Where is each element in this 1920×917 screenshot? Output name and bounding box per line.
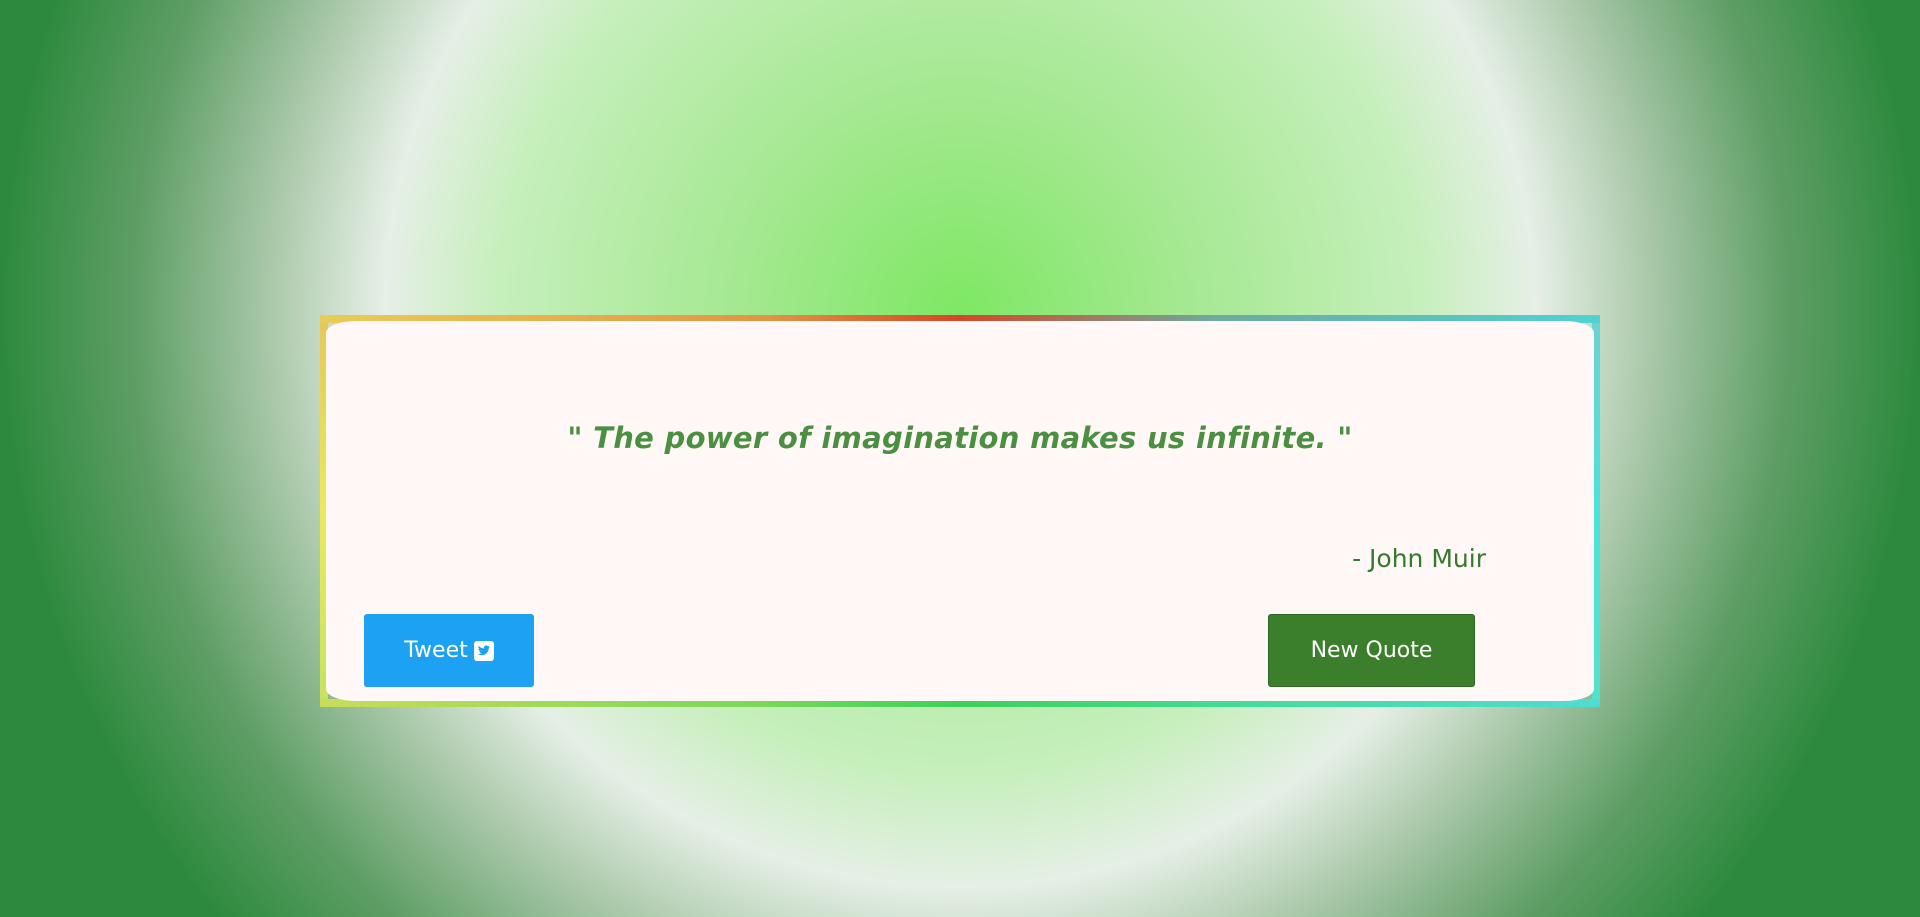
quote-card: " The power of imagination makes us infi…	[326, 321, 1594, 701]
new-quote-button[interactable]: New Quote	[1268, 614, 1475, 687]
quote-text: " The power of imagination makes us infi…	[567, 421, 1353, 455]
tweet-button[interactable]: Tweet	[364, 614, 534, 687]
twitter-icon	[473, 640, 494, 661]
tweet-button-label: Tweet	[404, 638, 468, 663]
quote-box-frame: " The power of imagination makes us infi…	[320, 315, 1600, 707]
quote-author: - John Muir	[1352, 544, 1486, 573]
